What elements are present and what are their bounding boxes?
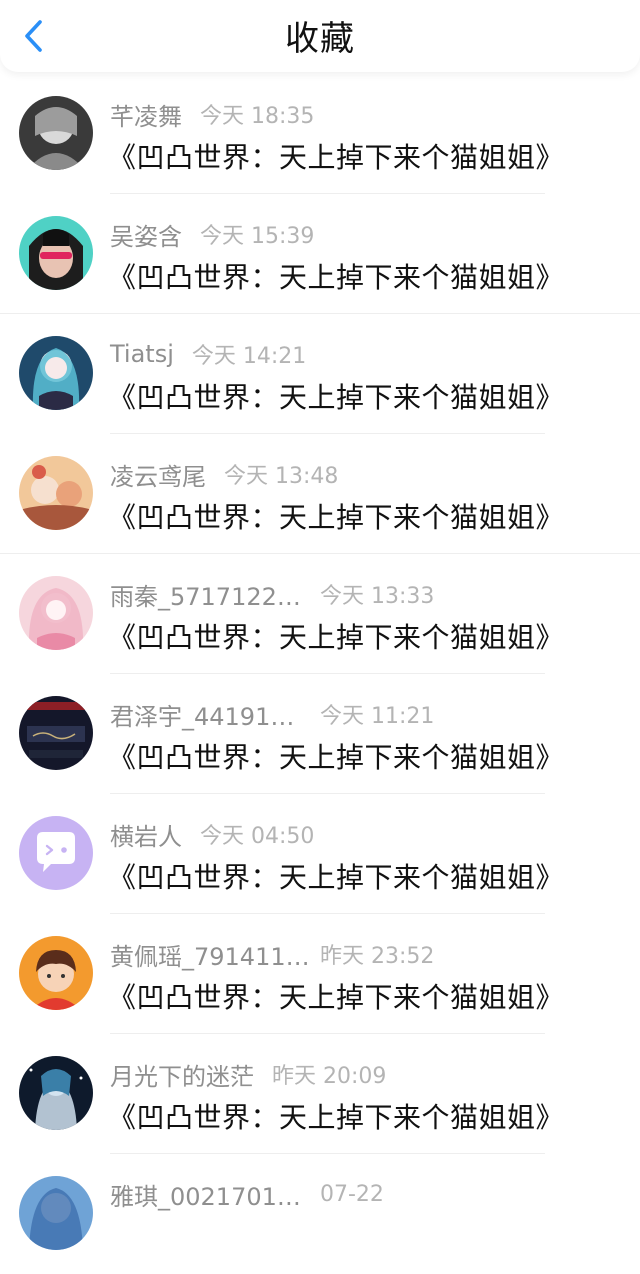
user-avatar-icon[interactable] xyxy=(19,1176,93,1250)
list-item[interactable]: 凌云鸢尾 今天 13:48 《凹凸世界：天上掉下来个猫姐姐》 xyxy=(0,434,640,554)
user-avatar-icon[interactable] xyxy=(19,96,93,170)
user-name[interactable]: 凌云鸢尾 xyxy=(110,457,206,492)
user-name[interactable]: 黄佩瑶_791411… xyxy=(110,937,310,972)
list-item[interactable]: 雨秦_5717122… 今天 13:33 《凹凸世界：天上掉下来个猫姐姐》 xyxy=(0,554,640,674)
book-title[interactable]: 《凹凸世界：天上掉下来个猫姐姐》 xyxy=(108,136,564,176)
user-name[interactable]: 雨秦_5717122… xyxy=(110,577,301,612)
book-title[interactable]: 《凹凸世界：天上掉下来个猫姐姐》 xyxy=(108,736,564,776)
user-avatar-icon[interactable] xyxy=(19,456,93,530)
user-avatar-icon[interactable] xyxy=(19,576,93,650)
page-title: 收藏 xyxy=(285,19,355,59)
user-name[interactable]: 横岩人 xyxy=(110,817,182,852)
list-item[interactable]: 芊凌舞 今天 18:35 《凹凸世界：天上掉下来个猫姐姐》 xyxy=(0,74,640,194)
user-name[interactable]: 吴姿含 xyxy=(110,217,182,252)
timestamp: 今天 14:21 xyxy=(191,344,307,369)
book-title[interactable]: 《凹凸世界：天上掉下来个猫姐姐》 xyxy=(108,496,564,536)
book-title[interactable]: 《凹凸世界：天上掉下来个猫姐姐》 xyxy=(108,856,564,896)
book-title[interactable]: 《凹凸世界：天上掉下来个猫姐姐》 xyxy=(108,1096,564,1136)
book-title[interactable]: 《凹凸世界：天上掉下来个猫姐姐》 xyxy=(108,376,564,416)
user-avatar-icon[interactable] xyxy=(19,336,93,410)
timestamp: 07-22 xyxy=(320,1181,384,1207)
user-name[interactable]: 雅琪_0021701… xyxy=(110,1177,301,1212)
top-bar: 收藏 xyxy=(0,0,640,72)
item-meta: 吴姿含 今天 15:39 xyxy=(110,217,315,252)
list-item[interactable]: 雅琪_0021701… 07-22 xyxy=(0,1154,640,1274)
item-meta: 君泽宇_44191… 今天 11:21 xyxy=(110,697,435,732)
item-meta: 黄佩瑶_791411… 昨天 23:52 xyxy=(110,937,435,972)
user-avatar-icon[interactable] xyxy=(19,216,93,290)
item-meta: 凌云鸢尾 今天 13:48 xyxy=(110,457,339,492)
item-meta: 横岩人 今天 04:50 xyxy=(110,817,315,852)
item-meta: 雅琪_0021701… 07-22 xyxy=(110,1177,384,1212)
item-meta: Tiatsj 今天 14:21 xyxy=(110,338,306,370)
list-item[interactable]: 君泽宇_44191… 今天 11:21 《凹凸世界：天上掉下来个猫姐姐》 xyxy=(0,674,640,794)
timestamp: 今天 15:39 xyxy=(200,224,315,249)
book-title[interactable]: 《凹凸世界：天上掉下来个猫姐姐》 xyxy=(108,976,564,1016)
timestamp: 今天 18:35 xyxy=(200,104,315,129)
timestamp: 昨天 20:09 xyxy=(272,1064,387,1089)
timestamp: 昨天 23:52 xyxy=(320,944,435,969)
item-meta: 雨秦_5717122… 今天 13:33 xyxy=(110,577,435,612)
list-item[interactable]: Tiatsj 今天 14:21 《凹凸世界：天上掉下来个猫姐姐》 xyxy=(0,314,640,434)
timestamp: 今天 13:48 xyxy=(224,464,339,489)
item-meta: 芊凌舞 今天 18:35 xyxy=(110,97,315,132)
user-name[interactable]: 君泽宇_44191… xyxy=(110,697,300,732)
favorites-list: 芊凌舞 今天 18:35 《凹凸世界：天上掉下来个猫姐姐》 吴姿含 今天 15:… xyxy=(0,74,640,1274)
user-avatar-icon[interactable] xyxy=(19,936,93,1010)
list-item[interactable]: 横岩人 今天 04:50 《凹凸世界：天上掉下来个猫姐姐》 xyxy=(0,794,640,914)
timestamp: 今天 04:50 xyxy=(200,824,315,849)
book-title[interactable]: 《凹凸世界：天上掉下来个猫姐姐》 xyxy=(108,256,564,296)
book-title[interactable]: 《凹凸世界：天上掉下来个猫姐姐》 xyxy=(108,616,564,656)
list-item[interactable]: 月光下的迷茫 昨天 20:09 《凹凸世界：天上掉下来个猫姐姐》 xyxy=(0,1034,640,1154)
item-meta: 月光下的迷茫 昨天 20:09 xyxy=(110,1057,387,1092)
user-avatar-icon[interactable] xyxy=(19,696,93,770)
timestamp: 今天 11:21 xyxy=(320,704,435,729)
user-name[interactable]: Tiatsj xyxy=(110,340,174,368)
list-item[interactable]: 吴姿含 今天 15:39 《凹凸世界：天上掉下来个猫姐姐》 xyxy=(0,194,640,314)
list-item[interactable]: 黄佩瑶_791411… 昨天 23:52 《凹凸世界：天上掉下来个猫姐姐》 xyxy=(0,914,640,1034)
chat-bubble-avatar-icon[interactable] xyxy=(19,816,93,890)
timestamp: 今天 13:33 xyxy=(320,584,435,609)
user-avatar-icon[interactable] xyxy=(19,1056,93,1130)
user-name[interactable]: 月光下的迷茫 xyxy=(110,1057,254,1092)
user-name[interactable]: 芊凌舞 xyxy=(110,97,182,132)
